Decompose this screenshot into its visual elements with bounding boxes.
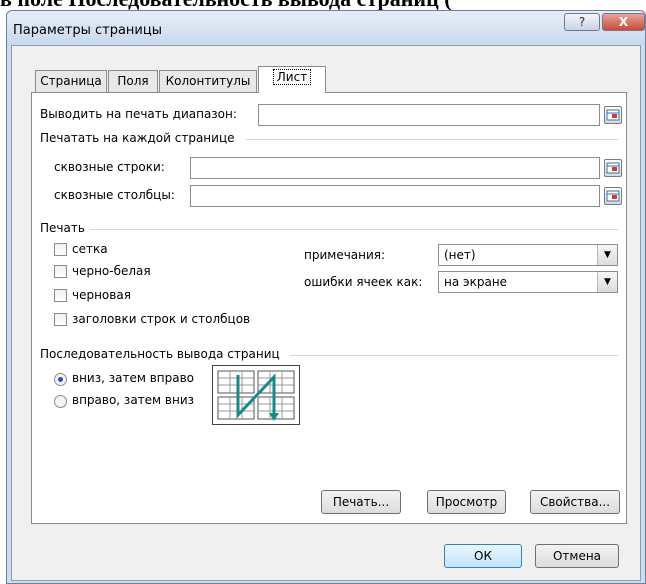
dialog-client-area: Страница Поля Колонтитулы Лист Выводить …	[11, 45, 641, 581]
tab-header-footer-label: Колонтитулы	[165, 74, 251, 88]
repeat-group-label: Печатать на каждой странице	[40, 131, 235, 145]
dialog-title: Параметры страницы	[13, 23, 162, 38]
range-select-icon	[606, 162, 620, 174]
range-select-icon	[606, 190, 620, 202]
preview-button[interactable]: Просмотр	[427, 490, 506, 514]
page-order-group-label: Последовательность вывода страниц	[40, 347, 280, 361]
cell-errors-select-value: на экране	[444, 275, 508, 289]
print-group-separator	[90, 229, 618, 230]
rows-to-repeat-label: сквозные строки:	[54, 160, 165, 174]
gridlines-label[interactable]: сетка	[72, 242, 108, 256]
tab-header-footer[interactable]: Колонтитулы	[159, 70, 257, 92]
tab-margins[interactable]: Поля	[108, 70, 158, 92]
rows-collapse-button[interactable]	[604, 159, 622, 177]
cell-errors-label: ошибки ячеек как:	[304, 275, 423, 289]
radio-selected-dot	[58, 377, 63, 382]
help-button[interactable]: ?	[564, 13, 600, 31]
cols-collapse-button[interactable]	[604, 187, 622, 205]
range-select-icon	[606, 109, 620, 121]
chevron-down-icon: ▼	[597, 245, 617, 265]
cols-to-repeat-label: сквозные столбцы:	[54, 188, 175, 202]
comments-label: примечания:	[304, 248, 386, 262]
draft-checkbox[interactable]	[54, 289, 67, 302]
print-button[interactable]: Печать...	[321, 490, 401, 514]
black-white-checkbox[interactable]	[54, 265, 67, 278]
print-group-label: Печать	[40, 221, 85, 235]
headings-checkbox[interactable]	[54, 313, 67, 326]
close-button[interactable]: X	[602, 13, 645, 31]
headings-label[interactable]: заголовки строк и столбцов	[72, 312, 250, 326]
chevron-down-icon: ▼	[597, 272, 617, 292]
print-area-input[interactable]	[258, 104, 600, 126]
sheet-tab-panel: Выводить на печать диапазон: Печатать на…	[31, 92, 627, 524]
cancel-button[interactable]: Отмена	[535, 544, 619, 568]
ok-button[interactable]: ОК	[444, 544, 522, 568]
rows-to-repeat-input[interactable]	[190, 157, 600, 179]
help-icon: ?	[578, 15, 586, 29]
title-bar[interactable]: Параметры страницы ? X	[7, 11, 645, 45]
page-order-preview-icon	[212, 365, 300, 425]
down-then-over-radio[interactable]	[54, 373, 67, 386]
cell-errors-select[interactable]: на экране ▼	[438, 271, 618, 293]
repeat-group-separator	[246, 139, 618, 140]
tab-page-label: Страница	[40, 74, 102, 88]
draft-label[interactable]: черновая	[72, 288, 131, 302]
gridlines-checkbox[interactable]	[54, 243, 67, 256]
page-order-separator	[290, 355, 618, 356]
properties-button[interactable]: Свойства...	[530, 490, 620, 514]
tab-page[interactable]: Страница	[35, 70, 107, 92]
cols-to-repeat-input[interactable]	[190, 185, 600, 207]
print-area-label: Выводить на печать диапазон:	[40, 107, 237, 121]
over-then-down-label[interactable]: вправо, затем вниз	[72, 393, 194, 407]
close-icon: X	[618, 15, 629, 29]
down-then-over-label[interactable]: вниз, затем вправо	[72, 371, 194, 385]
page-setup-dialog: Параметры страницы ? X Страница Поля Кол…	[6, 10, 646, 584]
comments-select[interactable]: (нет) ▼	[438, 244, 618, 266]
over-then-down-radio[interactable]	[54, 395, 67, 408]
tab-sheet-label: Лист	[272, 69, 312, 85]
comments-select-value: (нет)	[444, 248, 476, 262]
black-white-label[interactable]: черно-белая	[72, 264, 151, 278]
print-area-collapse-button[interactable]	[604, 106, 622, 124]
tab-margins-label: Поля	[117, 74, 149, 88]
tab-sheet[interactable]: Лист	[258, 66, 326, 93]
